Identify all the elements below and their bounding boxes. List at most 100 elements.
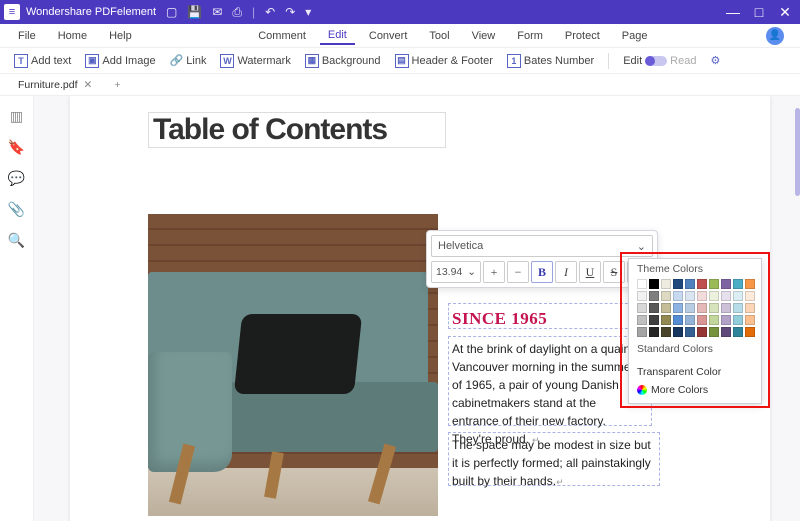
menu-form[interactable]: Form xyxy=(509,28,551,44)
color-swatch[interactable] xyxy=(649,291,659,301)
more-icon[interactable]: ▾ xyxy=(305,5,311,19)
color-swatch[interactable] xyxy=(661,279,671,289)
save-icon[interactable]: 💾 xyxy=(187,5,202,19)
watermark-button[interactable]: WWatermark xyxy=(216,52,294,70)
add-text-button[interactable]: TAdd text xyxy=(10,52,75,70)
thumbnails-icon[interactable]: ▥ xyxy=(10,108,23,125)
color-swatch[interactable] xyxy=(673,327,683,337)
edit-mode[interactable]: EditRead xyxy=(619,53,700,69)
attachment-icon[interactable]: 📎 xyxy=(8,201,25,218)
transparent-color-option[interactable]: Transparent Color xyxy=(629,363,761,381)
color-swatch[interactable] xyxy=(697,327,707,337)
menu-view[interactable]: View xyxy=(464,28,504,44)
color-swatch[interactable] xyxy=(673,279,683,289)
menu-help[interactable]: Help xyxy=(101,28,140,44)
new-tab-button[interactable]: + xyxy=(108,79,126,91)
menu-file[interactable]: File xyxy=(10,28,44,44)
color-swatch[interactable] xyxy=(661,303,671,313)
menu-edit[interactable]: Edit xyxy=(320,27,355,45)
menu-comment[interactable]: Comment xyxy=(250,28,314,44)
undo-icon[interactable]: ↶ xyxy=(265,5,275,19)
color-swatch[interactable] xyxy=(661,291,671,301)
color-swatch[interactable] xyxy=(733,279,743,289)
color-swatch[interactable] xyxy=(649,303,659,313)
color-swatch[interactable] xyxy=(661,315,671,325)
redo-icon[interactable]: ↷ xyxy=(285,5,295,19)
color-swatch[interactable] xyxy=(697,315,707,325)
color-swatch[interactable] xyxy=(637,327,647,337)
increase-size-button[interactable]: + xyxy=(483,261,505,283)
color-swatch[interactable] xyxy=(745,327,755,337)
color-swatch[interactable] xyxy=(733,315,743,325)
color-swatch[interactable] xyxy=(733,327,743,337)
furniture-image[interactable] xyxy=(148,214,438,516)
background-button[interactable]: ▦Background xyxy=(301,52,385,70)
color-swatch[interactable] xyxy=(709,291,719,301)
header-footer-button[interactable]: ▤Header & Footer xyxy=(391,52,497,70)
user-avatar[interactable]: 👤 xyxy=(766,27,784,45)
tab-close-icon[interactable]: ✕ xyxy=(84,79,93,91)
color-swatch[interactable] xyxy=(637,315,647,325)
color-swatch[interactable] xyxy=(637,303,647,313)
color-swatch[interactable] xyxy=(649,327,659,337)
color-swatch[interactable] xyxy=(709,303,719,313)
color-swatch[interactable] xyxy=(685,303,695,313)
menu-convert[interactable]: Convert xyxy=(361,28,416,44)
color-swatch[interactable] xyxy=(673,291,683,301)
print-icon[interactable]: ⎙ xyxy=(232,5,242,20)
menu-page[interactable]: Page xyxy=(614,28,656,44)
color-swatch[interactable] xyxy=(673,303,683,313)
document-tab[interactable]: Furniture.pdf ✕ xyxy=(8,77,102,93)
color-swatch[interactable] xyxy=(685,327,695,337)
minimize-button[interactable]: — xyxy=(722,4,744,21)
heading-box[interactable]: Table of Contents xyxy=(148,112,446,148)
mode-toggle[interactable] xyxy=(645,56,667,66)
menu-home[interactable]: Home xyxy=(50,28,95,44)
bates-button[interactable]: 1Bates Number xyxy=(503,52,598,70)
color-swatch[interactable] xyxy=(661,327,671,337)
strikethrough-button[interactable]: S xyxy=(603,261,625,283)
comment-panel-icon[interactable]: 💬 xyxy=(8,170,25,187)
link-button[interactable]: 🔗Link xyxy=(166,52,211,69)
color-swatch[interactable] xyxy=(637,279,647,289)
color-swatch[interactable] xyxy=(697,303,707,313)
color-swatch[interactable] xyxy=(745,303,755,313)
font-family-select[interactable]: Helvetica ⌄ xyxy=(431,235,653,257)
open-icon[interactable]: ▢ xyxy=(166,5,177,19)
color-swatch[interactable] xyxy=(685,315,695,325)
color-swatch[interactable] xyxy=(745,291,755,301)
color-swatch[interactable] xyxy=(697,291,707,301)
color-swatch[interactable] xyxy=(721,291,731,301)
decrease-size-button[interactable]: − xyxy=(507,261,529,283)
more-colors-option[interactable]: More Colors xyxy=(629,381,761,399)
color-swatch[interactable] xyxy=(697,279,707,289)
search-icon[interactable]: 🔍 xyxy=(8,232,25,249)
scrollbar-thumb[interactable] xyxy=(795,108,800,196)
color-swatch[interactable] xyxy=(745,279,755,289)
color-swatch[interactable] xyxy=(709,327,719,337)
color-swatch[interactable] xyxy=(685,291,695,301)
bold-button[interactable]: B xyxy=(531,261,553,283)
font-size-select[interactable]: 13.94 ⌄ xyxy=(431,261,481,283)
underline-button[interactable]: U xyxy=(579,261,601,283)
color-swatch[interactable] xyxy=(721,315,731,325)
italic-button[interactable]: I xyxy=(555,261,577,283)
close-button[interactable]: ✕ xyxy=(774,4,796,21)
color-swatch[interactable] xyxy=(673,315,683,325)
maximize-button[interactable]: □ xyxy=(748,4,770,21)
color-swatch[interactable] xyxy=(721,327,731,337)
color-swatch[interactable] xyxy=(733,291,743,301)
color-swatch[interactable] xyxy=(649,315,659,325)
color-swatch[interactable] xyxy=(637,291,647,301)
add-image-button[interactable]: ▣Add Image xyxy=(81,52,159,70)
color-swatch[interactable] xyxy=(685,279,695,289)
settings-icon[interactable]: ⚙ xyxy=(706,52,724,69)
color-swatch[interactable] xyxy=(745,315,755,325)
color-swatch[interactable] xyxy=(721,303,731,313)
color-swatch[interactable] xyxy=(649,279,659,289)
menu-protect[interactable]: Protect xyxy=(557,28,608,44)
bookmark-icon[interactable]: 🔖 xyxy=(8,139,25,156)
color-swatch[interactable] xyxy=(721,279,731,289)
menu-tool[interactable]: Tool xyxy=(421,28,457,44)
color-swatch[interactable] xyxy=(733,303,743,313)
